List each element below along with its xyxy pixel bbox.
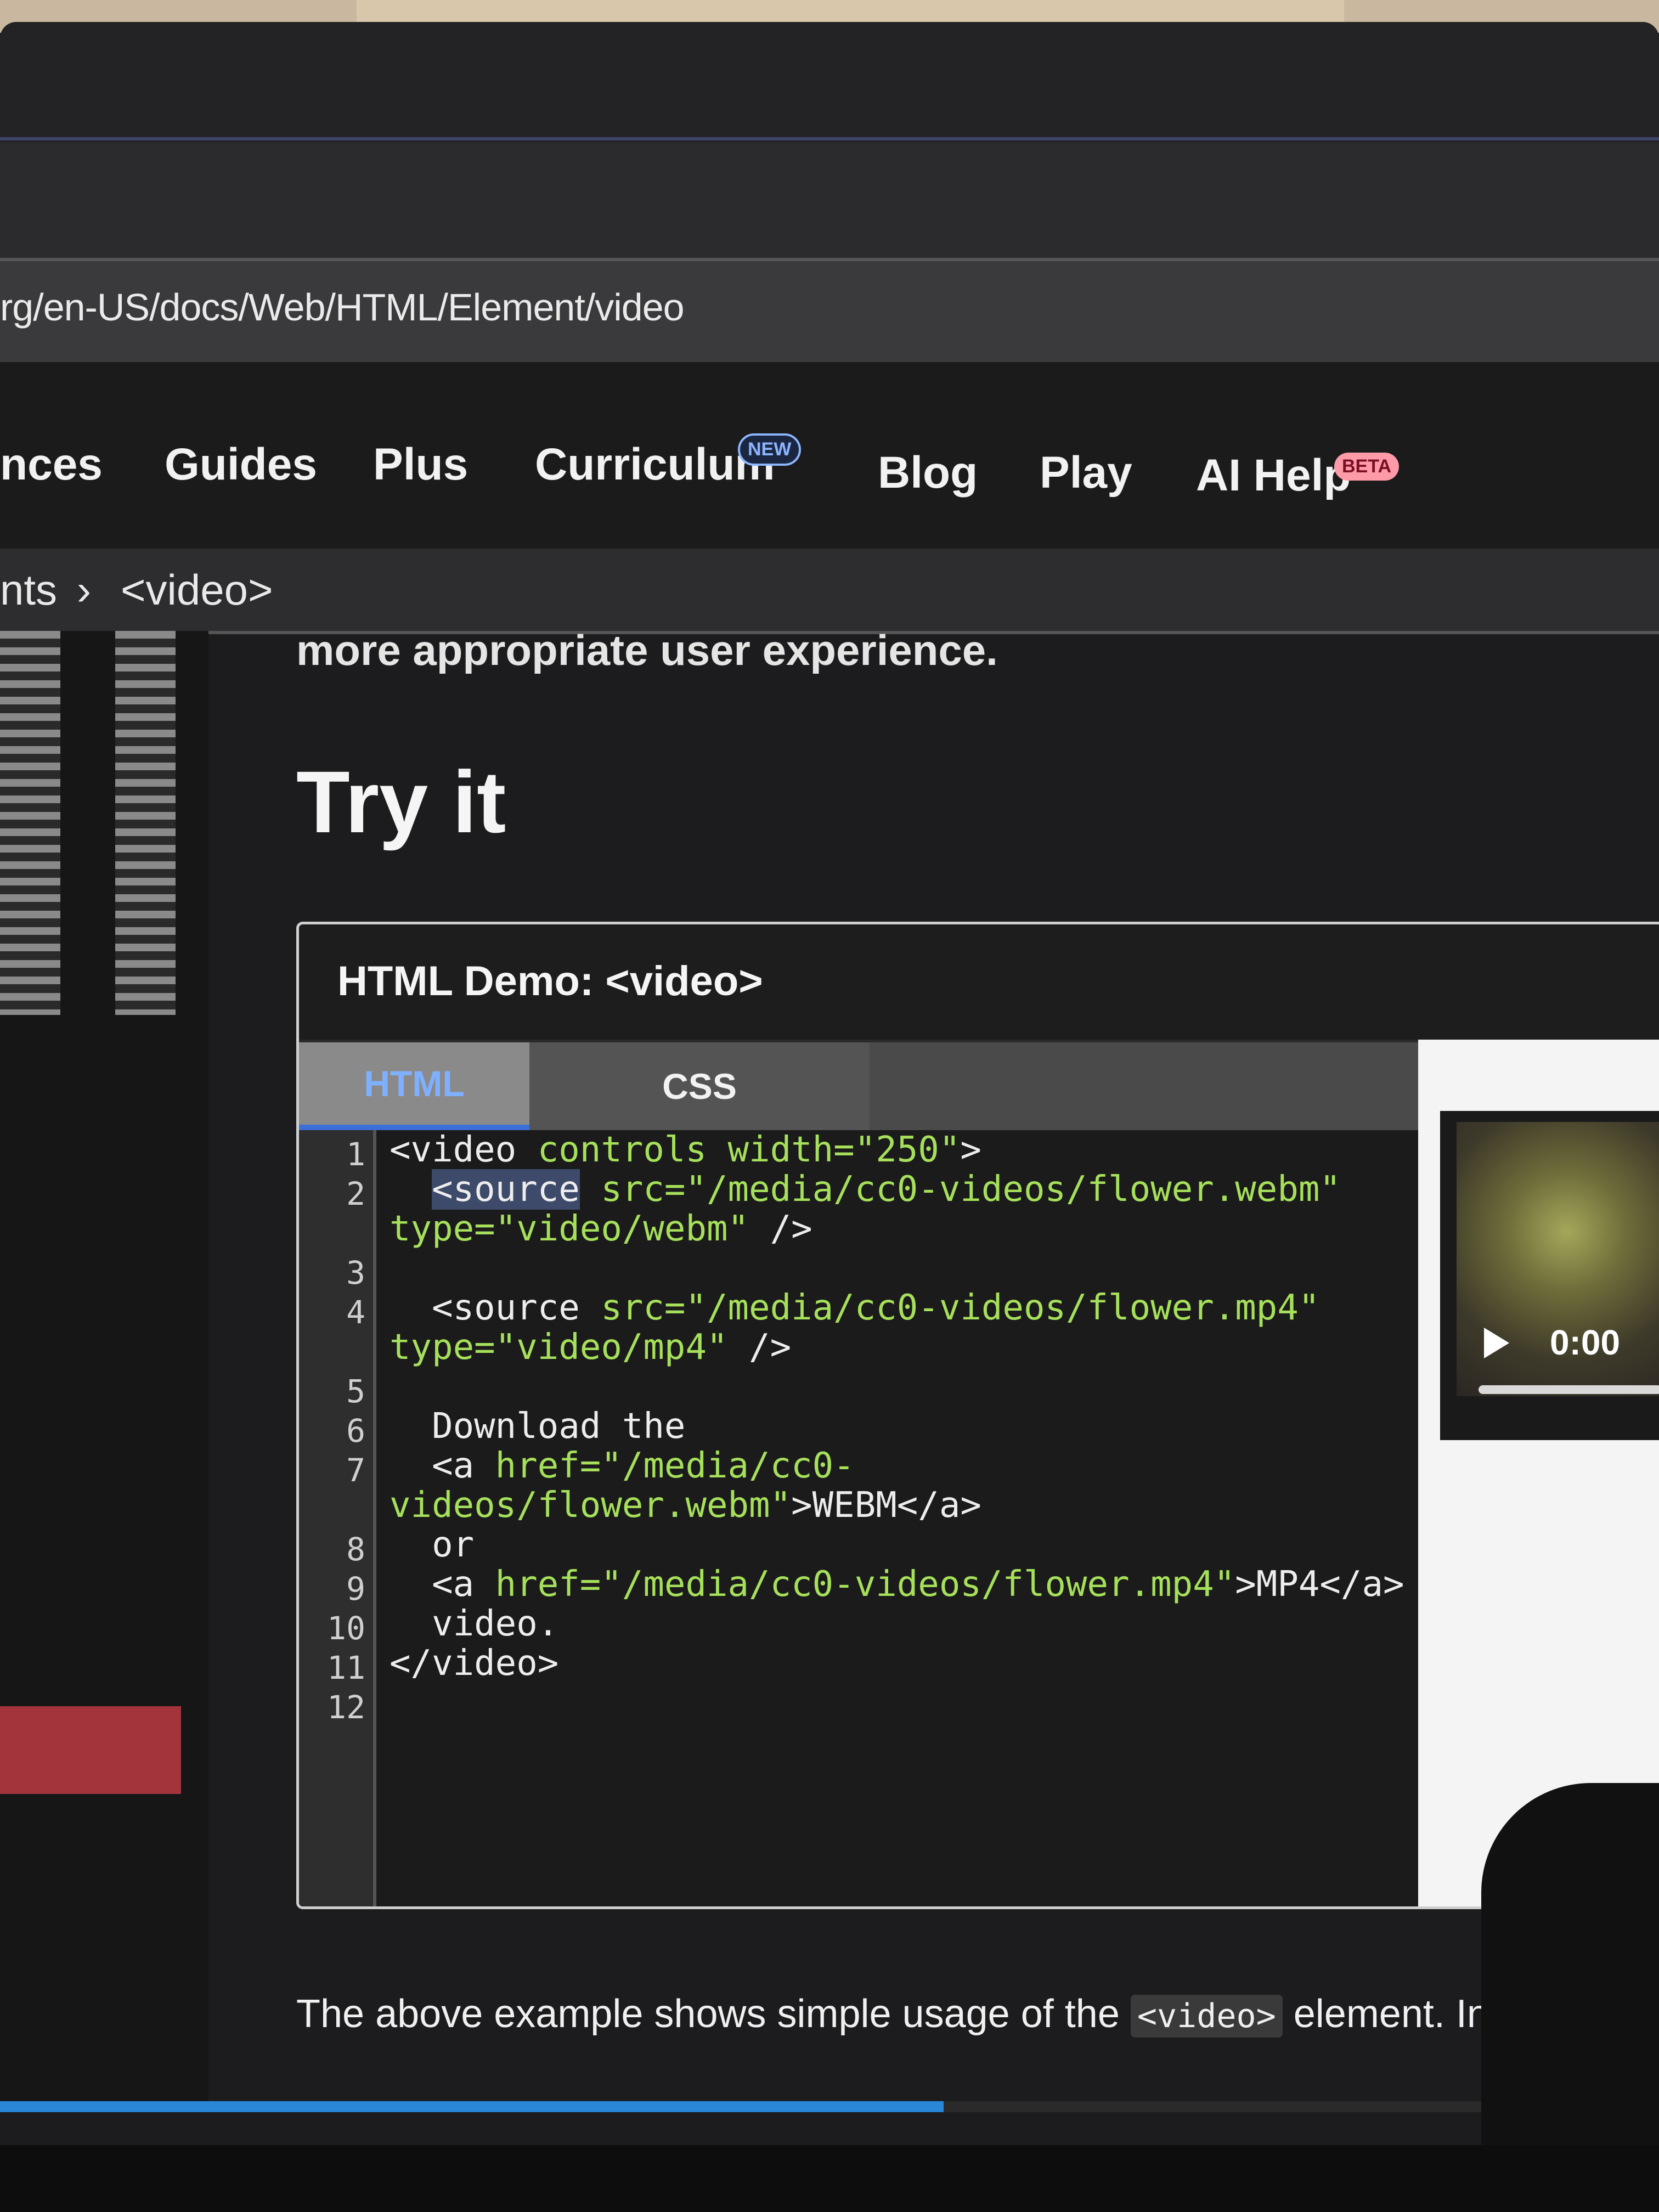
- browser-tabstrip: [0, 22, 1659, 143]
- body-paragraph: The above example shows simple usage of …: [296, 1991, 1489, 2038]
- video-progress-bar[interactable]: [1479, 1385, 1659, 1394]
- screen: rg/en-US/docs/Web/HTML/Element/video nce…: [0, 22, 1659, 2151]
- demo-tabs: HTML CSS: [299, 1040, 1418, 1130]
- video-time: 0:00: [1550, 1323, 1621, 1362]
- line-number: 6: [346, 1412, 365, 1449]
- line-number: 12: [327, 1689, 365, 1726]
- line-number-gutter: 1 2 3 4 5 6 7 8 9 10 11 12: [299, 1130, 376, 1906]
- address-bar-url[interactable]: rg/en-US/docs/Web/HTML/Element/video: [0, 285, 685, 329]
- sidebar: [0, 631, 208, 2112]
- video-player[interactable]: 0:00: [1440, 1111, 1659, 1440]
- window-blinds-reflection: [0, 631, 60, 1015]
- line-number: 8: [346, 1531, 365, 1568]
- nav-item-guides[interactable]: Guides: [165, 439, 317, 490]
- foreground-shadow: [1481, 1783, 1659, 2167]
- paragraph-text: element. In: [1282, 1992, 1489, 2036]
- line-number: 11: [327, 1649, 365, 1686]
- window-blinds-reflection: [115, 631, 176, 1015]
- demo-output: 0:00: [1418, 1040, 1659, 1906]
- code-editor[interactable]: 1 2 3 4 5 6 7 8 9 10 11 12 <video contro…: [299, 1130, 1418, 1906]
- breadcrumb-separator: ›: [77, 566, 91, 614]
- nav-item-ai-help[interactable]: AI Help: [1196, 450, 1351, 501]
- horizontal-scrollbar[interactable]: [0, 2101, 1659, 2112]
- tabstrip-divider: [0, 137, 1659, 140]
- tab-html[interactable]: HTML: [299, 1042, 529, 1130]
- inline-code: <video>: [1130, 1995, 1283, 2038]
- new-badge: NEW: [738, 433, 802, 466]
- line-number: 10: [327, 1610, 365, 1647]
- nav-item-blog[interactable]: Blog: [878, 447, 978, 499]
- play-icon[interactable]: [1484, 1328, 1509, 1358]
- top-navigation: nces Guides Plus Curriculum NEW Blog Pla…: [0, 362, 1659, 549]
- beta-badge: BETA: [1334, 453, 1400, 481]
- scrollbar-thumb[interactable]: [0, 2101, 944, 2112]
- code-content[interactable]: <video controls width="250"> <source src…: [390, 1130, 1404, 1683]
- nav-item-references[interactable]: nces: [0, 439, 103, 490]
- breadcrumb: nts › <video>: [0, 549, 1659, 634]
- interactive-demo: HTML Demo: <video> HTML CSS 1 2 3 4 5 6 …: [296, 922, 1659, 1909]
- monitor-bezel-bottom: [0, 2145, 1659, 2212]
- paragraph-text: The above example shows simple usage of …: [296, 1992, 1131, 2036]
- tab-css[interactable]: CSS: [529, 1042, 870, 1130]
- breadcrumb-parent[interactable]: nts: [0, 565, 57, 615]
- line-number: 5: [346, 1373, 365, 1410]
- line-number: 1: [346, 1136, 365, 1173]
- sidebar-active-item[interactable]: [0, 1706, 181, 1794]
- line-number: 4: [346, 1294, 365, 1331]
- breadcrumb-current: <video>: [121, 566, 273, 614]
- main-content: more appropriate user experience. Try it…: [208, 626, 1659, 2151]
- line-number: 9: [346, 1570, 365, 1607]
- nav-item-play[interactable]: Play: [1040, 447, 1132, 499]
- section-heading: Try it: [296, 753, 506, 851]
- line-number: 7: [346, 1452, 365, 1489]
- line-number: 2: [346, 1175, 365, 1212]
- demo-title: HTML Demo: <video>: [337, 958, 763, 1005]
- line-number: 3: [346, 1254, 365, 1291]
- nav-item-plus[interactable]: Plus: [373, 439, 468, 490]
- intro-text: more appropriate user experience.: [296, 626, 998, 674]
- tabs-spacer: [870, 1042, 1418, 1130]
